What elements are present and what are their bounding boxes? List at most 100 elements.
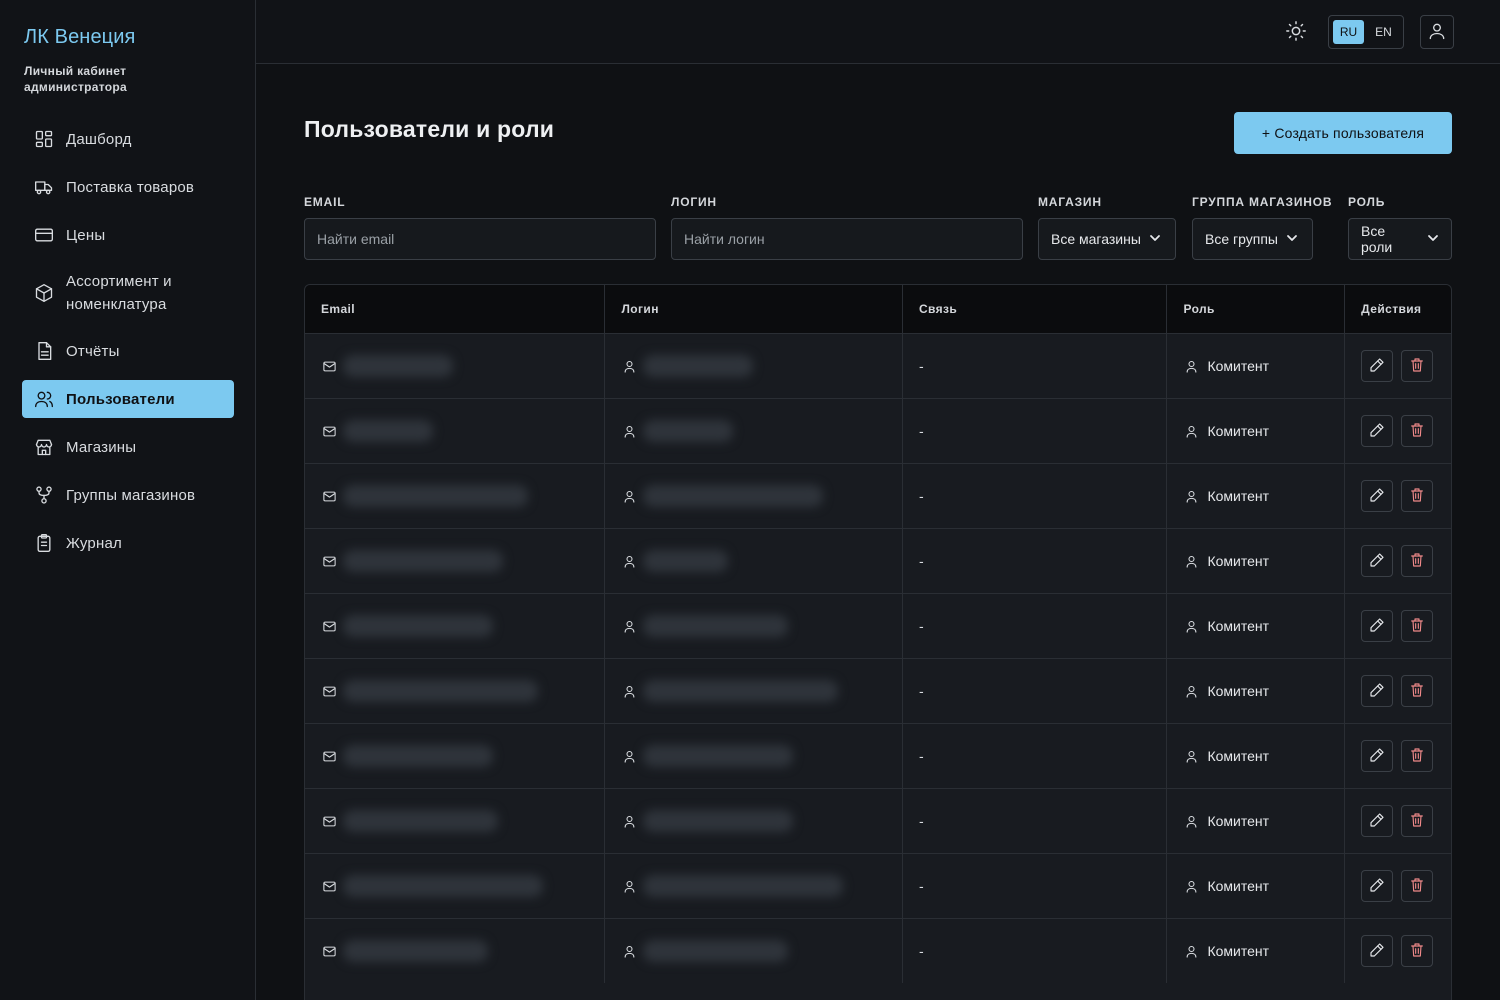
email-cell (305, 399, 606, 463)
delete-button[interactable] (1401, 350, 1434, 382)
sidebar-item-stores[interactable]: Магазины (22, 428, 234, 466)
login-value-redacted (643, 485, 824, 507)
login-value-redacted (643, 355, 754, 377)
role-value: Комитент (1207, 423, 1270, 439)
actions-cell (1345, 724, 1451, 788)
table-row: - Комитент (305, 658, 1451, 723)
sidebar-item-label: Поставка товаров (66, 178, 195, 196)
role-value: Комитент (1207, 553, 1270, 569)
mail-icon (321, 488, 337, 504)
lang-en-button[interactable]: EN (1368, 20, 1399, 44)
lang-ru-button[interactable]: RU (1333, 20, 1364, 44)
email-value-redacted (343, 485, 528, 507)
users-table: Email Логин Связь Роль Действия - Комите… (304, 284, 1452, 1000)
create-user-button[interactable]: + Создать пользователя (1234, 112, 1452, 154)
edit-button[interactable] (1361, 545, 1394, 577)
actions-cell (1345, 529, 1451, 593)
role-value: Комитент (1207, 618, 1270, 634)
pencil-icon (1369, 617, 1385, 636)
role-value: Комитент (1207, 748, 1270, 764)
column-header-role: Роль (1167, 285, 1346, 333)
delete-button[interactable] (1401, 740, 1434, 772)
role-value: Комитент (1207, 683, 1270, 699)
sidebar-item-supply[interactable]: Поставка товаров (22, 168, 234, 206)
edit-button[interactable] (1361, 740, 1394, 772)
sidebar-item-label: Дашборд (66, 130, 132, 148)
mail-icon (321, 423, 337, 439)
email-cell (305, 334, 606, 398)
theme-toggle-button[interactable] (1282, 18, 1310, 46)
sidebar-item-dashboard[interactable]: Дашборд (22, 120, 234, 158)
email-value-redacted (343, 420, 433, 442)
truck-icon (34, 177, 54, 197)
pencil-icon (1369, 682, 1385, 701)
sidebar-item-journal[interactable]: Журнал (22, 524, 234, 562)
edit-button[interactable] (1361, 870, 1394, 902)
edit-button[interactable] (1361, 610, 1394, 642)
edit-button[interactable] (1361, 350, 1394, 382)
email-value-redacted (343, 875, 543, 897)
delete-button[interactable] (1401, 675, 1434, 707)
delete-button[interactable] (1401, 480, 1434, 512)
store-select[interactable]: Все магазины (1038, 218, 1176, 260)
sidebar-item-reports[interactable]: Отчёты (22, 332, 234, 370)
email-value-redacted (343, 745, 493, 767)
user-icon (621, 423, 637, 439)
delete-button[interactable] (1401, 545, 1434, 577)
login-search-input[interactable] (671, 218, 1023, 260)
document-icon (34, 341, 54, 361)
delete-button[interactable] (1401, 805, 1434, 837)
role-select[interactable]: Все роли (1348, 218, 1452, 260)
sidebar-item-assortment[interactable]: Ассортимент и номенклатура (22, 264, 234, 322)
sidebar-item-label: Журнал (66, 534, 122, 552)
sidebar-item-prices[interactable]: Цены (22, 216, 234, 254)
email-search-input[interactable] (304, 218, 656, 260)
login-cell (605, 789, 903, 853)
login-cell (605, 919, 903, 983)
edit-button[interactable] (1361, 415, 1394, 447)
role-filter-label: РОЛЬ (1348, 195, 1386, 209)
network-icon (34, 485, 54, 505)
login-cell (605, 724, 903, 788)
sidebar-item-label: Магазины (66, 438, 137, 456)
table-body: - Комитент - Комитент - Комитент - Комит… (305, 333, 1451, 983)
sidebar-item-users[interactable]: Пользователи (22, 380, 234, 418)
delete-button[interactable] (1401, 870, 1434, 902)
email-cell (305, 594, 606, 658)
store-group-select[interactable]: Все группы (1192, 218, 1313, 260)
edit-button[interactable] (1361, 675, 1394, 707)
trash-icon (1409, 747, 1425, 766)
user-icon (621, 553, 637, 569)
login-cell (605, 854, 903, 918)
user-icon (621, 488, 637, 504)
user-icon (1427, 21, 1447, 44)
trash-icon (1409, 682, 1425, 701)
delete-button[interactable] (1401, 935, 1434, 967)
role-cell: Комитент (1167, 464, 1346, 528)
user-icon (621, 618, 637, 634)
profile-button[interactable] (1420, 15, 1454, 49)
email-value-redacted (343, 680, 538, 702)
sidebar-item-store-groups[interactable]: Группы магазинов (22, 476, 234, 514)
page-title: Пользователи и роли (304, 116, 555, 142)
role-value: Комитент (1207, 943, 1270, 959)
store-icon (34, 437, 54, 457)
login-cell (605, 334, 903, 398)
sidebar-item-label: Пользователи (66, 390, 175, 408)
edit-button[interactable] (1361, 935, 1394, 967)
edit-button[interactable] (1361, 805, 1394, 837)
clipboard-icon (34, 533, 54, 553)
delete-button[interactable] (1401, 415, 1434, 447)
link-cell: - (903, 659, 1168, 723)
login-value-redacted (643, 940, 789, 962)
table-row: - Комитент (305, 528, 1451, 593)
app-title[interactable]: ЛК Венеция (24, 26, 174, 49)
trash-icon (1409, 877, 1425, 896)
edit-button[interactable] (1361, 480, 1394, 512)
store-group-select-value: Все группы (1205, 231, 1278, 247)
delete-button[interactable] (1401, 610, 1434, 642)
table-row: - Комитент (305, 333, 1451, 398)
role-cell: Комитент (1167, 399, 1346, 463)
actions-cell (1345, 594, 1451, 658)
column-header-link: Связь (903, 285, 1168, 333)
